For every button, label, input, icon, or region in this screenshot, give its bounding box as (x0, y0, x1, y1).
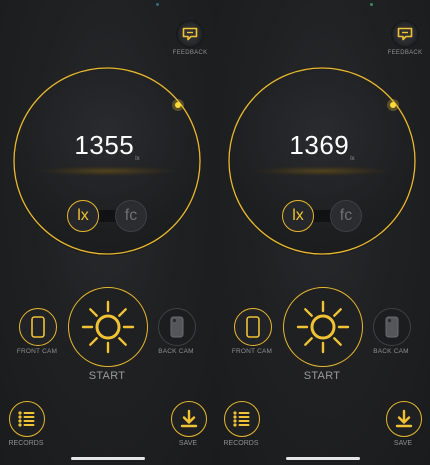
unit-lx-button[interactable]: lx (67, 200, 99, 232)
phone-front-icon (31, 316, 45, 338)
screen-right: FEEDBACK 1369lx lx fc FRONT CAM START BA… (215, 0, 430, 465)
phone-front-icon (246, 316, 260, 338)
phone-back-icon (385, 316, 399, 338)
home-indicator[interactable] (71, 457, 145, 460)
start-label: START (88, 370, 126, 382)
reading-glow (40, 166, 174, 176)
back-cam-label: BACK CAM (158, 348, 194, 355)
unit-lx-button[interactable]: lx (282, 200, 314, 232)
screen-left: FEEDBACK 1355lx lx fc FRONT CAM START BA… (0, 0, 215, 465)
save-label: SAVE (393, 440, 413, 447)
download-arrow-icon (180, 409, 198, 428)
sun-icon (81, 300, 135, 354)
list-icon (233, 411, 250, 427)
speech-bubble-icon (397, 27, 413, 41)
lux-value: 1355 (74, 130, 135, 160)
start-label: START (303, 370, 341, 382)
back-cam-button[interactable] (158, 308, 196, 346)
save-button[interactable] (386, 401, 422, 437)
reading-unit: lx (350, 156, 355, 162)
reading-display: 1355lx (12, 130, 202, 162)
records-label: RECORDS (8, 440, 44, 447)
front-cam-button[interactable] (19, 308, 57, 346)
phone-back-icon (170, 316, 184, 338)
status-indicator (156, 3, 159, 6)
save-label: SAVE (178, 440, 198, 447)
front-cam-label: FRONT CAM (16, 348, 58, 355)
home-indicator[interactable] (286, 457, 360, 460)
records-button[interactable] (224, 401, 260, 437)
light-meter-dial: 1355lx lx fc (12, 66, 202, 256)
sun-icon (296, 300, 350, 354)
light-meter-dial: 1369lx lx fc (227, 66, 417, 256)
feedback-label: FEEDBACK (387, 50, 423, 56)
reading-glow (255, 166, 389, 176)
feedback-icon-wrap (391, 20, 419, 48)
back-cam-button[interactable] (373, 308, 411, 346)
front-cam-button[interactable] (234, 308, 272, 346)
feedback-button[interactable]: FEEDBACK (170, 20, 210, 60)
start-button[interactable] (283, 287, 363, 367)
list-icon (18, 411, 35, 427)
status-indicator (370, 3, 373, 6)
speech-bubble-icon (182, 27, 198, 41)
reading-unit: lx (135, 156, 140, 162)
feedback-button[interactable]: FEEDBACK (385, 20, 425, 60)
start-button[interactable] (68, 287, 148, 367)
unit-fc-button[interactable]: fc (330, 200, 362, 232)
download-arrow-icon (395, 409, 413, 428)
feedback-icon-wrap (176, 20, 204, 48)
unit-toggle: lx fc (282, 200, 362, 232)
records-label: RECORDS (223, 440, 259, 447)
save-button[interactable] (171, 401, 207, 437)
back-cam-label: BACK CAM (373, 348, 409, 355)
app-comparison: FEEDBACK 1355lx lx fc FRONT CAM START BA… (0, 0, 430, 465)
unit-fc-button[interactable]: fc (115, 200, 147, 232)
reading-display: 1369lx (227, 130, 417, 162)
lux-value: 1369 (289, 130, 350, 160)
front-cam-label: FRONT CAM (231, 348, 273, 355)
unit-toggle: lx fc (67, 200, 147, 232)
feedback-label: FEEDBACK (172, 50, 208, 56)
records-button[interactable] (9, 401, 45, 437)
